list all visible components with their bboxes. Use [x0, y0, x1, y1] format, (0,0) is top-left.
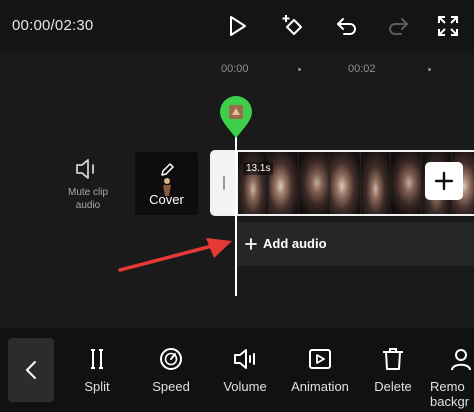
play-button[interactable] [222, 11, 252, 41]
chevron-left-icon [26, 361, 36, 379]
add-audio-label: Add audio [263, 236, 327, 251]
split-icon [91, 349, 103, 369]
cover-label: Cover [149, 192, 184, 207]
ruler-label: 00:00 [221, 63, 249, 75]
keyframe-add-icon [282, 15, 302, 35]
play-icon [230, 16, 246, 36]
speed-tool[interactable]: Speed [136, 346, 206, 394]
remove-background-tool[interactable]: Remo backgr [430, 346, 474, 409]
mute-clip-audio-button[interactable]: Mute clip audio [60, 158, 116, 212]
speaker-icon [76, 159, 94, 179]
playhead-marker-icon[interactable] [219, 96, 253, 140]
clip-frame [391, 152, 422, 214]
delete-label: Delete [374, 379, 412, 394]
speed-icon [160, 348, 182, 370]
timecode: 00:00/02:30 [12, 17, 94, 34]
clip-frame [360, 152, 392, 214]
remove-background-label-line2: backgr [430, 394, 470, 409]
ruler-tick [428, 68, 431, 71]
add-clip-button[interactable] [425, 162, 463, 200]
ruler-tick [298, 68, 301, 71]
volume-tool[interactable]: Volume [210, 346, 280, 394]
redo-icon [389, 18, 408, 35]
clip-frame [329, 152, 361, 214]
annotation-arrow-icon [118, 238, 232, 272]
top-bar: 00:00/02:30 [0, 0, 474, 52]
playhead-line[interactable] [235, 116, 237, 296]
volume-icon [234, 349, 255, 369]
ruler-label: 00:02 [348, 63, 376, 75]
speed-label: Speed [152, 379, 190, 394]
undo-button[interactable] [332, 11, 362, 41]
delete-tool[interactable]: Delete [358, 346, 428, 394]
remove-background-icon [451, 349, 471, 371]
back-button[interactable] [8, 338, 54, 402]
keyframe-button[interactable] [278, 11, 308, 41]
add-audio-button[interactable]: Add audio [245, 236, 327, 251]
mute-label-line1: Mute clip [67, 187, 108, 198]
fullscreen-icon [438, 16, 458, 36]
split-label: Split [84, 379, 110, 394]
volume-label: Volume [223, 379, 267, 394]
mute-label-line2: audio [75, 200, 101, 211]
fullscreen-button[interactable] [433, 11, 463, 41]
clip-frame [299, 152, 330, 214]
animation-icon [309, 349, 331, 369]
plus-icon [245, 237, 257, 250]
redo-button[interactable] [383, 11, 413, 41]
clip-frame [268, 152, 300, 214]
animation-tool[interactable]: Animation [285, 346, 355, 394]
delete-icon [383, 348, 403, 370]
timeline-ruler: 00:00 00:02 [0, 52, 474, 90]
cover-button[interactable]: Cover [135, 152, 198, 215]
plus-icon [434, 171, 454, 191]
handle-grip [223, 176, 225, 190]
animation-label: Animation [291, 379, 349, 394]
undo-icon [337, 18, 356, 35]
clip-duration: 13.1s [243, 162, 274, 175]
remove-background-label: Remo [430, 379, 465, 394]
split-tool[interactable]: Split [62, 346, 132, 394]
bottom-toolbar: Split Speed Volume Animation Delete Remo… [0, 328, 474, 412]
